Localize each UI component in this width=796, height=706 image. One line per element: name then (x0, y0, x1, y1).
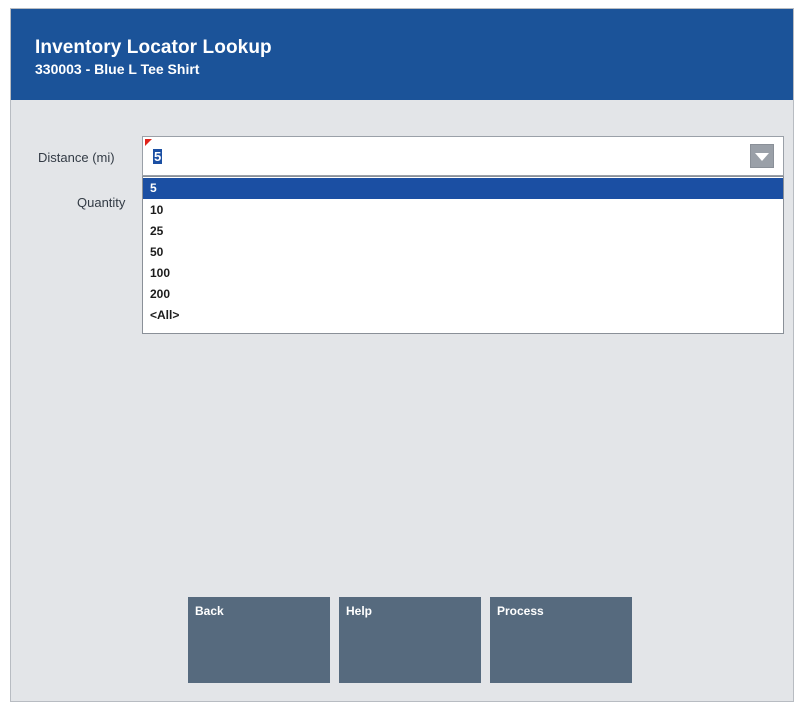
header-bar: Inventory Locator Lookup 330003 - Blue L… (11, 9, 793, 100)
distance-dropdown-list: 5 10 25 50 100 200 <All> (142, 176, 784, 334)
back-button[interactable]: Back (188, 597, 330, 683)
required-flag-icon (145, 139, 152, 146)
quantity-label: Quantity (77, 195, 126, 210)
dropdown-option-50[interactable]: 50 (143, 242, 783, 263)
distance-label: Distance (mi) (38, 150, 115, 165)
dropdown-option-25[interactable]: 25 (143, 221, 783, 242)
dropdown-option-200[interactable]: 200 (143, 284, 783, 305)
process-button[interactable]: Process (490, 597, 632, 683)
help-button[interactable]: Help (339, 597, 481, 683)
dropdown-toggle-button[interactable] (750, 144, 774, 168)
window: Inventory Locator Lookup 330003 - Blue L… (10, 8, 794, 702)
distance-select-value: 5 (153, 149, 163, 164)
dropdown-option-all[interactable]: <All> (143, 305, 783, 326)
distance-select[interactable]: 5 (142, 136, 784, 176)
page-title: Inventory Locator Lookup (35, 37, 272, 58)
chevron-down-icon (755, 153, 769, 161)
item-subtitle: 330003 - Blue L Tee Shirt (35, 61, 200, 77)
dropdown-option-10[interactable]: 10 (143, 200, 783, 221)
dropdown-option-5[interactable]: 5 (143, 178, 783, 199)
dropdown-option-100[interactable]: 100 (143, 263, 783, 284)
